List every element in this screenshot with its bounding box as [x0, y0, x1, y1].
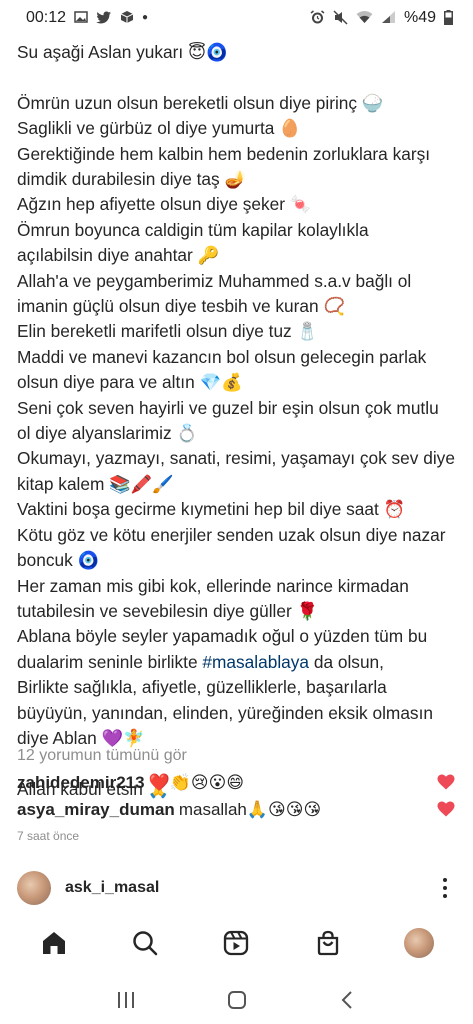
home-nav-button[interactable] — [213, 980, 261, 1020]
comment-item: asya_miray_duman masallah🙏😘😘😘 — [17, 798, 463, 822]
caption-line: dimdik durabilesin diye taş 🪔 — [17, 169, 246, 190]
back-button[interactable] — [324, 980, 372, 1020]
caption-line: Birlikte sağlıkla, afiyetle, güzellikler… — [17, 677, 387, 698]
home-nav-icon — [227, 991, 246, 1009]
caption-line: Saglikli ve gürbüz ol diye yumurta 🥚 — [17, 118, 301, 139]
wifi-icon — [356, 10, 373, 26]
caption-line: Her zaman mis gibi kok, ellerinde narinc… — [17, 575, 409, 596]
caption-line: imanin güçlü olsun diye tesbih ve kuran … — [17, 296, 345, 317]
view-all-comments-link[interactable]: 12 yorumun tümünü gör — [17, 747, 187, 765]
caption-line: kitap kalem 📚🖍️🖌️ — [17, 473, 174, 494]
caption-line: Su aşaği Aslan yukarı 😇🧿 — [17, 42, 228, 62]
post-timestamp: 7 saat önce — [17, 829, 80, 843]
caption-line: Ablana böyle seyler yapamadık oğul o yüz… — [17, 626, 428, 647]
caption-line: Gerektiğinde hem kalbin hem bedenin zorl… — [17, 143, 431, 164]
caption-line: Kötu göz ve kötu enerjiler senden uzak o… — [17, 524, 446, 545]
status-bar: 00:12 ● %49 — [0, 0, 473, 36]
recents-icon — [117, 992, 134, 1008]
avatar — [17, 871, 51, 905]
signal-icon — [381, 10, 396, 26]
caption-line: Okumayı, yazmayı, sanati, resimi, yaşama… — [17, 448, 455, 469]
comment-username[interactable]: zahidedemir213 — [17, 773, 145, 793]
tab-reels[interactable] — [212, 919, 260, 967]
caption-line: olsun diye para ve altın 💎💰 — [17, 372, 243, 393]
tab-profile[interactable] — [395, 919, 443, 967]
caption-line: boncuk 🧿 — [17, 550, 100, 571]
system-nav-bar — [0, 976, 473, 1024]
status-right: %49 — [310, 9, 453, 27]
tab-search[interactable] — [121, 919, 169, 967]
caption-line: Ömrün uzun olsun bereketli olsun diye pi… — [17, 92, 384, 113]
alarm-icon — [310, 9, 325, 27]
caption-line: Allah'a ve peygamberimiz Muhammed s.a.v … — [17, 270, 412, 291]
dot-icon: ● — [142, 12, 149, 23]
caption-text: dualarim seninle birlikte — [17, 651, 203, 672]
reels-icon — [224, 930, 249, 956]
caption-line: açılabilsin diye anahtar 🔑 — [17, 245, 220, 266]
home-icon — [42, 932, 65, 954]
caption-line: Maddi ve manevi kazancın bol olsun gelec… — [17, 346, 427, 367]
caption-line: Seni çok seven hayirli ve guzel bir eşin… — [17, 397, 439, 418]
account-name[interactable]: ask_i_masal — [65, 879, 159, 897]
hashtag-link[interactable]: #masalablaya — [202, 652, 309, 672]
status-left: 00:12 ● — [26, 9, 148, 27]
heart-icon[interactable] — [437, 801, 455, 817]
caption-line: ol diye alyanslarimiz 💍 — [17, 423, 198, 444]
battery-icon — [444, 9, 453, 27]
caption-text: da olsun, — [309, 651, 384, 672]
mute-icon — [333, 9, 348, 27]
caption-line: dualarim seninle birlikte #masalablaya d… — [17, 650, 463, 675]
shop-icon — [317, 930, 339, 956]
tab-home[interactable] — [30, 919, 78, 967]
comment-username[interactable]: asya_miray_duman — [17, 800, 175, 820]
caption-line: Ağzın hep afiyette olsun diye şeker 🍬 — [17, 194, 312, 215]
gallery-icon — [74, 10, 88, 26]
comment-text: ❤️👏😢😮😄 — [148, 773, 245, 792]
tab-shop[interactable] — [304, 919, 352, 967]
more-options-icon[interactable] — [443, 878, 447, 898]
add-comment-row[interactable]: ask_i_masal — [0, 866, 473, 910]
heart-icon[interactable] — [437, 774, 455, 790]
caption-line: tutabilesin ve sevebilesin diye güller 🌹 — [17, 600, 319, 621]
box-icon — [120, 10, 134, 26]
back-icon — [341, 991, 352, 1009]
twitter-icon — [96, 11, 112, 26]
post-caption: Su aşaği Aslan yukarı 😇🧿 Ömrün uzun olsun… — [17, 40, 463, 802]
caption-line — [17, 65, 463, 90]
caption-line: Vaktini boşa gecirme kıymetini hep bil d… — [17, 499, 406, 520]
caption-line: Elin bereketli marifetli olsun diye tuz … — [17, 321, 319, 342]
caption-line: büyüyün, yanından, elinden, yüreğinden e… — [17, 702, 433, 723]
search-icon — [133, 931, 158, 956]
bottom-tab-bar — [0, 918, 473, 968]
recents-button[interactable] — [102, 980, 150, 1020]
comment-text: masallah🙏😘😘😘 — [178, 800, 322, 819]
battery-level: %49 — [403, 9, 436, 26]
profile-avatar — [404, 928, 435, 958]
status-time: 00:12 — [26, 9, 67, 26]
caption-line: Ömrun boyunca caldigin tüm kapilar kolay… — [17, 219, 369, 240]
comment-item: zahidedemir213 ❤️👏😢😮😄 — [17, 771, 463, 795]
